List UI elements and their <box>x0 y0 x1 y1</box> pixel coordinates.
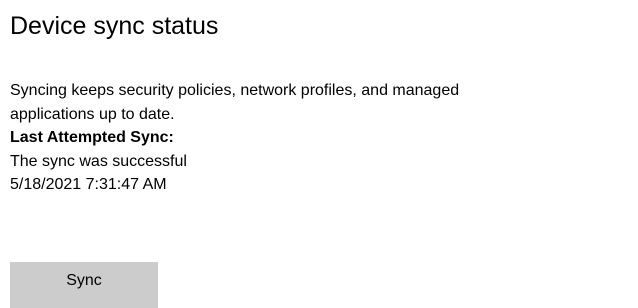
sync-status-panel: Syncing keeps security policies, network… <box>10 79 638 197</box>
page-title: Device sync status <box>10 12 219 40</box>
sync-description-line-2: applications up to date. <box>10 105 175 123</box>
sync-description-line-1: Syncing keeps security policies, network… <box>10 82 460 99</box>
sync-timestamp: 5/18/2021 7:31:47 AM <box>10 176 167 193</box>
last-attempted-sync-label: Last Attempted Sync: <box>10 129 174 146</box>
sync-status-text: The sync was successful <box>10 152 187 170</box>
sync-button[interactable]: Sync <box>10 262 158 308</box>
